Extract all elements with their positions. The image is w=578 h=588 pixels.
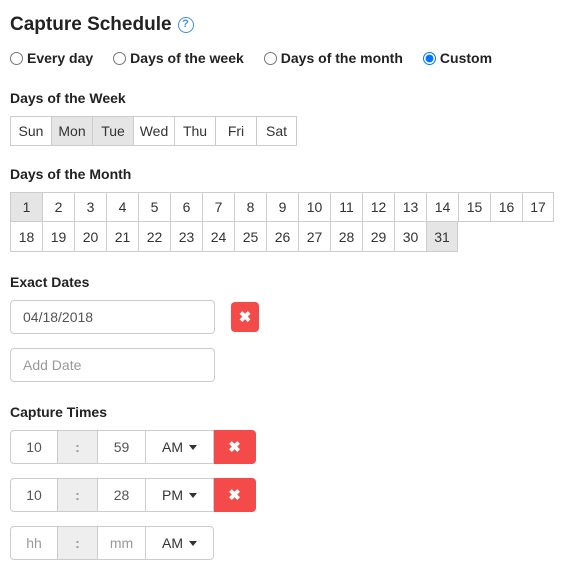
dow-section-label: Days of the Week <box>10 90 568 106</box>
dow-cell-sun[interactable]: Sun <box>10 116 51 146</box>
exact-date-input[interactable] <box>10 300 215 334</box>
dom-cell-13[interactable]: 13 <box>394 192 426 222</box>
dom-cell-29[interactable]: 29 <box>362 222 394 252</box>
remove-date-button[interactable]: ✖ <box>231 302 259 332</box>
ampm-label: AM <box>162 439 183 455</box>
hour-input[interactable] <box>11 479 57 511</box>
dom-cell-25[interactable]: 25 <box>234 222 266 252</box>
dow-cell-mon[interactable]: Mon <box>51 116 92 146</box>
recurrence-option-custom[interactable]: Custom <box>423 50 492 66</box>
capture-times-label: Capture Times <box>10 404 568 420</box>
dom-cell-15[interactable]: 15 <box>458 192 490 222</box>
chevron-down-icon <box>189 493 197 498</box>
dom-cell-30[interactable]: 30 <box>394 222 426 252</box>
dow-cell-fri[interactable]: Fri <box>215 116 256 146</box>
recurrence-label: Days of the week <box>130 50 244 66</box>
dom-cell-19[interactable]: 19 <box>42 222 74 252</box>
dom-cell-9[interactable]: 9 <box>266 192 298 222</box>
recurrence-radio-every[interactable] <box>10 52 23 65</box>
dom-cell-2[interactable]: 2 <box>42 192 74 222</box>
page-header: Capture Schedule ? <box>10 14 568 36</box>
dom-cell-21[interactable]: 21 <box>106 222 138 252</box>
minute-input[interactable] <box>98 431 145 463</box>
dow-grid: SunMonTueWedThuFriSat <box>10 116 568 146</box>
dom-cell-12[interactable]: 12 <box>362 192 394 222</box>
recurrence-radio-group: Every day Days of the week Days of the mon… <box>10 50 568 66</box>
minute-input[interactable] <box>98 479 145 511</box>
dom-cell-4[interactable]: 4 <box>106 192 138 222</box>
dom-cell-26[interactable]: 26 <box>266 222 298 252</box>
capture-time-row: : AM <box>10 526 568 560</box>
dom-cell-23[interactable]: 23 <box>170 222 202 252</box>
recurrence-label: Every day <box>27 50 93 66</box>
ampm-select[interactable]: PM <box>146 478 214 512</box>
dom-cell-6[interactable]: 6 <box>170 192 202 222</box>
time-colon: : <box>58 478 98 512</box>
dow-cell-thu[interactable]: Thu <box>174 116 215 146</box>
recurrence-label: Custom <box>440 50 492 66</box>
dow-cell-wed[interactable]: Wed <box>133 116 174 146</box>
dom-cell-31[interactable]: 31 <box>426 222 458 252</box>
recurrence-radio-dom[interactable] <box>264 52 277 65</box>
capture-times-section: : AM ✖: PM ✖: AM <box>10 430 568 560</box>
dom-cell-5[interactable]: 5 <box>138 192 170 222</box>
ampm-label: AM <box>162 535 183 551</box>
dom-cell-20[interactable]: 20 <box>74 222 106 252</box>
time-colon: : <box>58 430 98 464</box>
exact-dates-label: Exact Dates <box>10 274 568 290</box>
capture-time-row: : AM ✖ <box>10 430 568 464</box>
dom-cell-7[interactable]: 7 <box>202 192 234 222</box>
hour-input[interactable] <box>11 431 57 463</box>
dom-cell-1[interactable]: 1 <box>10 192 42 222</box>
hour-input[interactable] <box>11 527 57 559</box>
chevron-down-icon <box>189 541 197 546</box>
exact-date-row: ✖ <box>10 300 568 334</box>
dom-cell-17[interactable]: 17 <box>522 192 554 222</box>
capture-time-row: : PM ✖ <box>10 478 568 512</box>
dom-section-label: Days of the Month <box>10 166 568 182</box>
dom-cell-10[interactable]: 10 <box>298 192 330 222</box>
dom-cell-14[interactable]: 14 <box>426 192 458 222</box>
recurrence-radio-dow[interactable] <box>113 52 126 65</box>
minute-input[interactable] <box>98 527 145 559</box>
remove-time-button[interactable]: ✖ <box>214 478 256 512</box>
ampm-label: PM <box>162 487 183 503</box>
recurrence-label: Days of the month <box>281 50 403 66</box>
dom-cell-22[interactable]: 22 <box>138 222 170 252</box>
time-colon: : <box>58 526 98 560</box>
dom-cell-11[interactable]: 11 <box>330 192 362 222</box>
add-date-input[interactable] <box>10 348 215 382</box>
dom-cell-18[interactable]: 18 <box>10 222 42 252</box>
dom-cell-28[interactable]: 28 <box>330 222 362 252</box>
dom-grid: 1234567891011121314151617181920212223242… <box>10 192 568 252</box>
recurrence-option-dow[interactable]: Days of the week <box>113 50 244 66</box>
dow-cell-sat[interactable]: Sat <box>256 116 297 146</box>
recurrence-option-dom[interactable]: Days of the month <box>264 50 403 66</box>
dom-cell-8[interactable]: 8 <box>234 192 266 222</box>
chevron-down-icon <box>189 445 197 450</box>
ampm-select[interactable]: AM <box>146 430 214 464</box>
dom-cell-27[interactable]: 27 <box>298 222 330 252</box>
dom-cell-16[interactable]: 16 <box>490 192 522 222</box>
dom-cell-3[interactable]: 3 <box>74 192 106 222</box>
help-icon[interactable]: ? <box>178 17 194 33</box>
ampm-select[interactable]: AM <box>146 526 214 560</box>
dom-cell-24[interactable]: 24 <box>202 222 234 252</box>
recurrence-radio-custom[interactable] <box>423 52 436 65</box>
exact-dates-section: ✖ <box>10 300 568 382</box>
dow-cell-tue[interactable]: Tue <box>92 116 133 146</box>
remove-time-button[interactable]: ✖ <box>214 430 256 464</box>
page-title: Capture Schedule <box>10 14 172 36</box>
recurrence-option-every[interactable]: Every day <box>10 50 93 66</box>
